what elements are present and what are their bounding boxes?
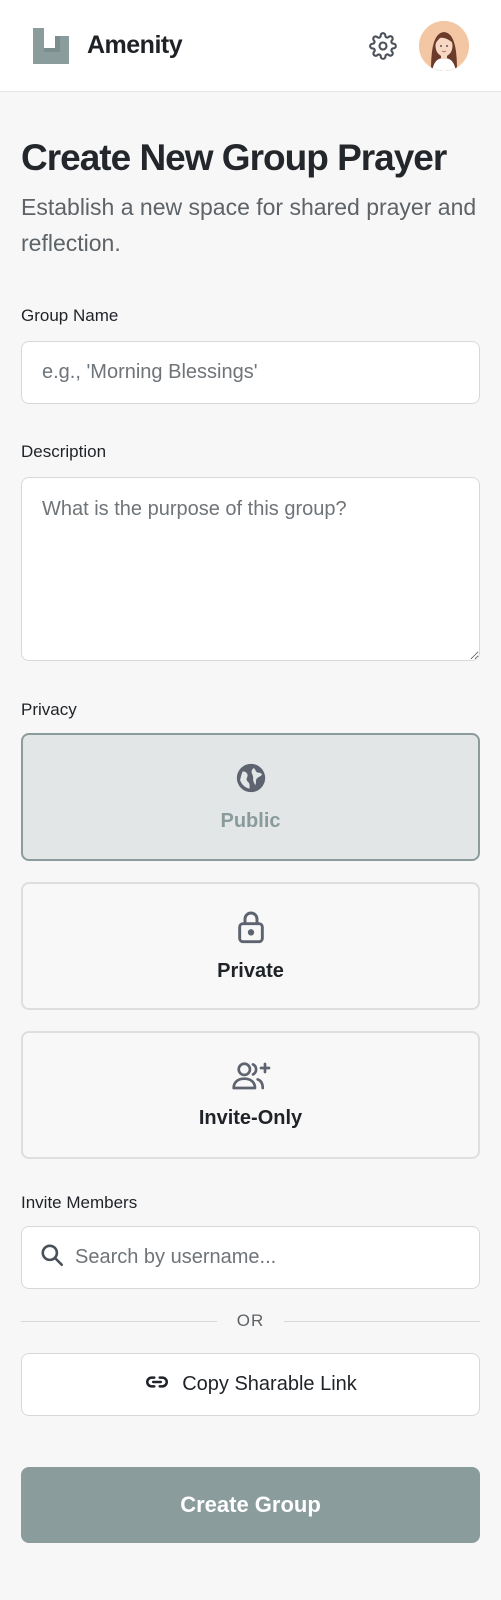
- privacy-option-public[interactable]: Public: [21, 733, 480, 861]
- lock-icon: [235, 909, 267, 950]
- group-name-label: Group Name: [21, 306, 119, 325]
- group-name-input[interactable]: [21, 341, 480, 404]
- page-title: Create New Group Prayer: [21, 137, 447, 178]
- brand-name: Amenity: [87, 31, 183, 59]
- privacy-option-label: Invite-Only: [198, 1107, 303, 1129]
- app-header: Amenity: [0, 0, 501, 92]
- privacy-label: Privacy: [21, 700, 77, 719]
- or-divider: OR: [21, 1311, 480, 1331]
- create-group-button[interactable]: Create Group: [21, 1467, 480, 1543]
- description-textarea[interactable]: [21, 477, 480, 661]
- member-search-input[interactable]: [75, 1246, 479, 1269]
- avatar[interactable]: [419, 20, 469, 71]
- gear-icon[interactable]: [368, 31, 398, 61]
- header-actions: [368, 20, 469, 71]
- invite-members-label: Invite Members: [21, 1193, 138, 1212]
- link-icon: [144, 1369, 170, 1400]
- copy-link-button[interactable]: Copy Sharable Link: [21, 1353, 480, 1416]
- app-logo: [33, 27, 69, 64]
- divider-text: OR: [236, 1311, 265, 1330]
- copy-link-label: Copy Sharable Link: [182, 1373, 357, 1395]
- description-label: Description: [21, 442, 107, 461]
- privacy-option-private[interactable]: Private: [21, 882, 480, 1010]
- member-search-field[interactable]: [21, 1226, 480, 1289]
- user-plus-icon: [231, 1060, 271, 1097]
- privacy-option-invite-only[interactable]: Invite-Only: [21, 1031, 480, 1159]
- privacy-option-label: Private: [217, 960, 284, 982]
- privacy-option-label: Public: [220, 810, 281, 832]
- page-subtitle: Establish a new space for shared prayer …: [21, 194, 477, 256]
- globe-icon: [234, 761, 268, 800]
- search-icon: [39, 1242, 65, 1273]
- divider-line: [284, 1320, 480, 1322]
- divider-line: [21, 1320, 217, 1322]
- create-group-form: Create New Group Prayer Establish a new …: [0, 136, 501, 1543]
